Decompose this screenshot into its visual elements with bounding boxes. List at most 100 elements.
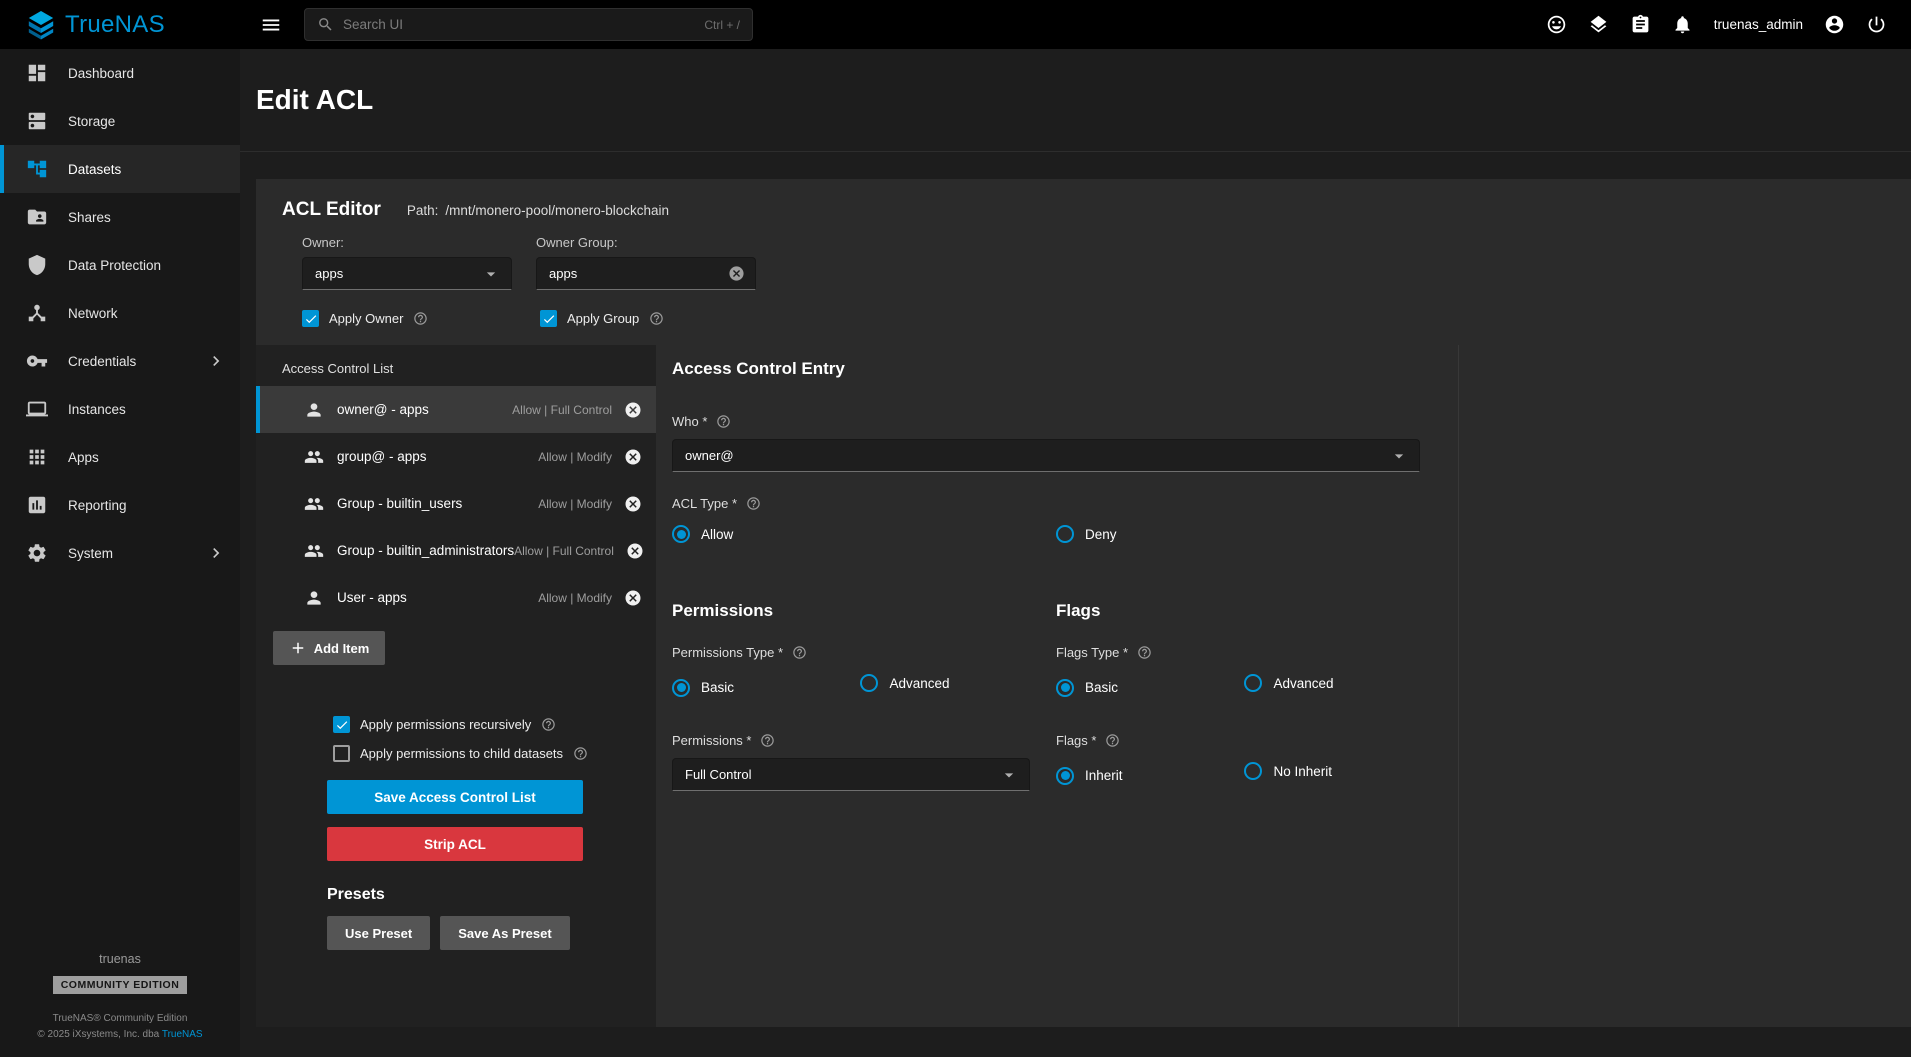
help-icon[interactable]: [1137, 645, 1152, 660]
page-title: Edit ACL: [256, 84, 373, 116]
acl-entry-row-builtin-users[interactable]: Group - builtin_users Allow | Modify: [256, 480, 656, 527]
bell-icon: [1672, 14, 1693, 35]
acl-entry-row-group[interactable]: group@ - apps Allow | Modify: [256, 433, 656, 480]
remove-entry-icon[interactable]: [624, 589, 642, 607]
apply-to-child-datasets-checkbox[interactable]: Apply permissions to child datasets: [333, 745, 656, 762]
sidebar-item-label: Credentials: [68, 354, 136, 369]
apply-recursively-checkbox[interactable]: Apply permissions recursively: [333, 716, 656, 733]
sidebar-item-data-protection[interactable]: Data Protection: [0, 241, 240, 289]
help-icon[interactable]: [649, 311, 664, 326]
chevron-right-icon: [206, 543, 226, 563]
permissions-select[interactable]: Full Control: [672, 758, 1030, 791]
chevron-right-icon: [206, 351, 226, 371]
acl-type-label-row: ACL Type *: [672, 496, 1911, 511]
remove-entry-icon[interactable]: [626, 542, 644, 560]
add-item-button[interactable]: Add Item: [273, 631, 385, 665]
checkbox-unchecked-icon: [333, 745, 350, 762]
sidebar-item-network[interactable]: Network: [0, 289, 240, 337]
strip-acl-button[interactable]: Strip ACL: [327, 827, 583, 861]
owner-select[interactable]: apps: [302, 257, 512, 290]
menu-toggle-button[interactable]: [260, 14, 282, 36]
radio-no-inherit[interactable]: No Inherit: [1244, 762, 1428, 780]
checkbox-checked-icon: [540, 310, 557, 327]
sidebar-item-instances[interactable]: Instances: [0, 385, 240, 433]
acl-entry-row-builtin-administrators[interactable]: Group - builtin_administrators Allow | F…: [256, 527, 656, 574]
radio-inherit[interactable]: Inherit: [1056, 767, 1240, 785]
sidebar-item-label: Reporting: [68, 498, 127, 513]
sidebar-item-dashboard[interactable]: Dashboard: [0, 49, 240, 97]
sidebar-item-datasets[interactable]: Datasets: [0, 145, 240, 193]
sidebar-item-storage[interactable]: Storage: [0, 97, 240, 145]
chevron-down-icon: [1389, 446, 1409, 466]
radio-deny[interactable]: Deny: [1056, 525, 1117, 543]
clear-input-icon[interactable]: [728, 265, 745, 282]
jobs-button[interactable]: [1588, 14, 1609, 35]
help-icon[interactable]: [1105, 733, 1120, 748]
radio-selected-icon: [672, 525, 690, 543]
truenas-link[interactable]: TrueNAS: [162, 1029, 203, 1040]
running-jobs-button[interactable]: [1630, 14, 1651, 35]
apply-owner-checkbox[interactable]: Apply Owner: [302, 310, 540, 327]
brand[interactable]: TrueNAS: [0, 10, 240, 40]
owner-group-label: Owner Group:: [536, 235, 756, 250]
checkbox-checked-icon: [333, 716, 350, 733]
search-input[interactable]: [343, 17, 695, 32]
help-icon[interactable]: [413, 311, 428, 326]
alerts-button[interactable]: [1672, 14, 1693, 35]
access-control-entry-form: Access Control Entry Who * owner@ ACL Ty…: [656, 345, 1911, 1027]
acl-editor-header-area: ACL Editor Path:/mnt/monero-pool/monero-…: [256, 179, 1911, 345]
remove-entry-icon[interactable]: [624, 495, 642, 513]
remove-entry-icon[interactable]: [624, 401, 642, 419]
save-as-preset-button[interactable]: Save As Preset: [440, 916, 569, 950]
hostname: truenas: [0, 952, 240, 966]
acl-entry-row-owner[interactable]: owner@ - apps Allow | Full Control: [256, 386, 656, 433]
group-icon: [304, 541, 324, 561]
ace-title: Access Control Entry: [672, 359, 1911, 379]
help-icon[interactable]: [746, 496, 761, 511]
radio-allow[interactable]: Allow: [672, 525, 733, 543]
group-icon: [304, 447, 324, 467]
shield-icon: [26, 254, 48, 276]
flags-type-label-row: Flags Type *: [1056, 645, 1911, 660]
help-icon[interactable]: [760, 733, 775, 748]
radio-flags-basic[interactable]: Basic: [1056, 679, 1240, 697]
account-menu-button[interactable]: [1824, 14, 1845, 35]
group-icon: [304, 494, 324, 514]
sidebar-item-shares[interactable]: Shares: [0, 193, 240, 241]
feedback-button[interactable]: [1546, 14, 1567, 35]
sidebar-item-label: Dashboard: [68, 66, 134, 81]
help-icon[interactable]: [792, 645, 807, 660]
clipboard-icon: [1630, 14, 1651, 35]
radio-selected-icon: [1056, 679, 1074, 697]
apply-group-checkbox[interactable]: Apply Group: [540, 310, 778, 327]
help-icon[interactable]: [541, 717, 556, 732]
brand-name: TrueNAS: [65, 11, 165, 39]
permissions-section-title: Permissions: [672, 601, 1056, 621]
use-preset-button[interactable]: Use Preset: [327, 916, 430, 950]
radio-unselected-icon: [860, 674, 878, 692]
power-menu-button[interactable]: [1866, 14, 1887, 35]
remove-entry-icon[interactable]: [624, 448, 642, 466]
who-select[interactable]: owner@: [672, 439, 1420, 472]
radio-permissions-advanced[interactable]: Advanced: [860, 674, 1044, 692]
computer-icon: [26, 398, 48, 420]
radio-flags-advanced[interactable]: Advanced: [1244, 674, 1428, 692]
sidebar-item-apps[interactable]: Apps: [0, 433, 240, 481]
smiley-icon: [1546, 14, 1567, 35]
owner-group-input[interactable]: apps: [536, 257, 756, 290]
acl-entry-row-user-apps[interactable]: User - apps Allow | Modify: [256, 574, 656, 621]
sidebar-item-label: Data Protection: [68, 258, 161, 273]
edition-badge: COMMUNITY EDITION: [53, 976, 188, 994]
sidebar-item-credentials[interactable]: Credentials: [0, 337, 240, 385]
global-search[interactable]: Ctrl + /: [304, 8, 753, 41]
form-divider: [1458, 345, 1459, 1027]
sidebar-item-system[interactable]: System: [0, 529, 240, 577]
sidebar-item-reporting[interactable]: Reporting: [0, 481, 240, 529]
radio-permissions-basic[interactable]: Basic: [672, 679, 856, 697]
dataset-path: Path:/mnt/monero-pool/monero-blockchain: [407, 203, 669, 218]
help-icon[interactable]: [573, 746, 588, 761]
person-icon: [304, 400, 324, 420]
help-icon[interactable]: [716, 414, 731, 429]
sidebar-item-label: Shares: [68, 210, 111, 225]
save-acl-button[interactable]: Save Access Control List: [327, 780, 583, 814]
